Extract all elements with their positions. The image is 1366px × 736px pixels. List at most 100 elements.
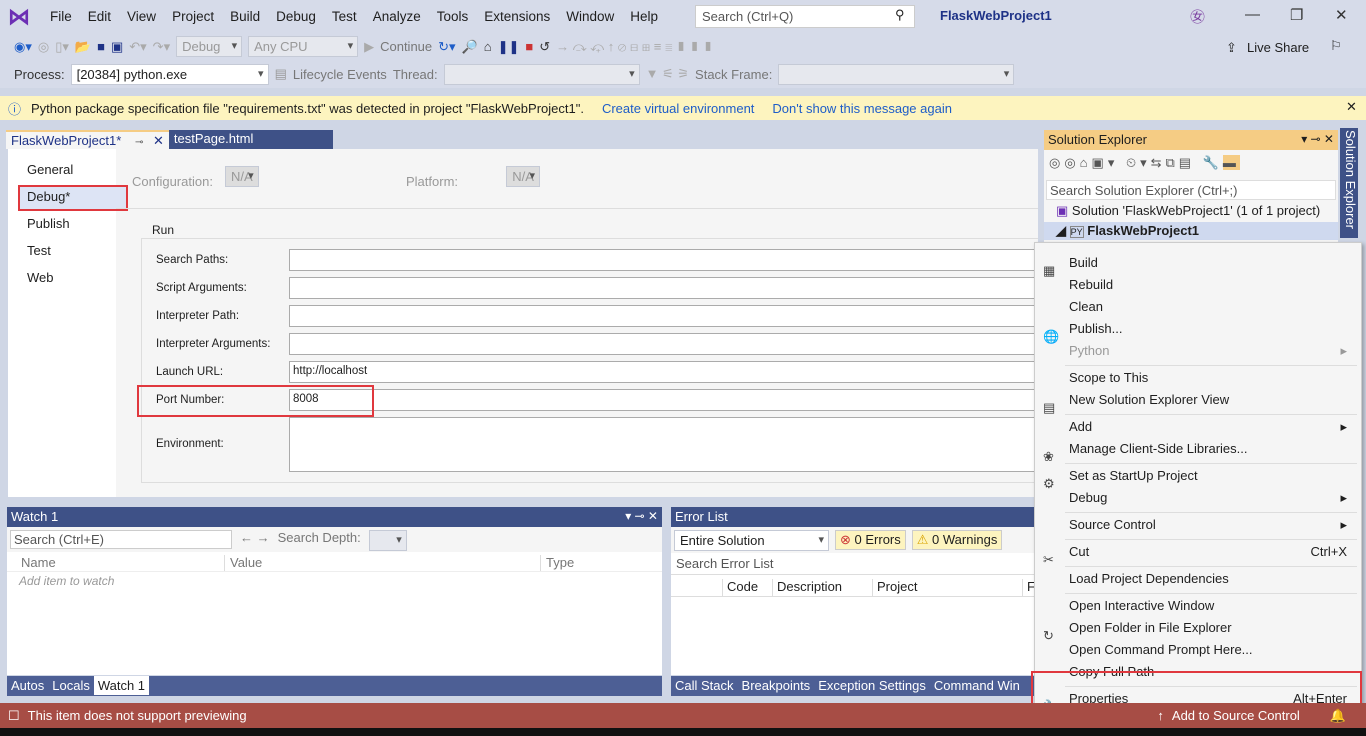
restart-debug-icon[interactable]: ↺ <box>539 39 550 55</box>
menu-item-scope-to-this[interactable]: Scope to This <box>1069 370 1355 385</box>
watch-nav-arrows-icon[interactable]: ← → <box>240 530 270 549</box>
add-watch-item[interactable]: Add item to watch <box>7 572 662 590</box>
interpreter-arguments-input[interactable] <box>289 333 1049 355</box>
create-venv-link[interactable]: Create virtual environment <box>602 101 754 116</box>
tab-watch1[interactable]: Watch 1 <box>93 676 150 695</box>
menu-item-rebuild[interactable]: Rebuild <box>1069 277 1355 292</box>
tab-call-stack[interactable]: Call Stack <box>671 676 738 695</box>
nav-debug[interactable]: Debug* <box>27 189 70 204</box>
menu-item-clean[interactable]: Clean <box>1069 299 1355 314</box>
menu-project[interactable]: Project <box>164 9 222 24</box>
platform-select[interactable]: N/A <box>506 166 540 187</box>
menu-tools[interactable]: Tools <box>429 9 477 24</box>
continue-icon[interactable]: ▶ <box>364 39 374 55</box>
save-icon[interactable]: ■ <box>97 39 105 54</box>
menu-item-build[interactable]: Build <box>1069 255 1355 270</box>
menu-build[interactable]: Build <box>222 9 268 24</box>
home-icon[interactable]: ⌂ <box>484 39 492 54</box>
forward-icon[interactable]: ◎ <box>38 39 49 55</box>
menu-debug[interactable]: Debug <box>268 9 324 24</box>
menu-help[interactable]: Help <box>622 9 666 24</box>
nav-general[interactable]: General <box>27 162 73 177</box>
panel-controls-icon[interactable]: ▾ ⊸ ✕ <box>1301 132 1334 146</box>
menu-item-debug[interactable]: Debug ▸ <box>1069 490 1355 505</box>
menu-item-load-project-dependencies[interactable]: Load Project Dependencies <box>1069 571 1355 586</box>
platform-dropdown[interactable]: Any CPU <box>248 36 359 57</box>
process-dropdown[interactable]: [20384] python.exe <box>70 63 269 85</box>
maximize-button[interactable]: ❐ <box>1290 6 1303 24</box>
configuration-dropdown[interactable]: Debug <box>176 36 243 57</box>
stop-icon[interactable]: ■ <box>525 39 533 54</box>
notification-icon[interactable]: 🔔 <box>1330 708 1346 724</box>
tab-close-icon[interactable]: ✕ <box>153 133 164 148</box>
tab-locals[interactable]: Locals <box>48 676 94 695</box>
col-name[interactable]: Name <box>7 555 225 571</box>
search-depth-dropdown[interactable] <box>368 530 407 551</box>
menu-view[interactable]: View <box>119 9 164 24</box>
save-all-icon[interactable]: ▣ <box>111 39 123 55</box>
watch-search-input[interactable]: Search (Ctrl+E) <box>10 530 232 549</box>
stack-frame-dropdown[interactable] <box>778 63 1015 85</box>
tab-exception-settings[interactable]: Exception Settings <box>814 676 930 695</box>
menu-item-open-interactive-window[interactable]: Open Interactive Window <box>1069 598 1355 613</box>
project-node[interactable]: ◢ PY FlaskWebProject1 <box>1044 222 1338 240</box>
launch-url-input[interactable]: http://localhost <box>289 361 1049 383</box>
solution-search-input[interactable]: Search Solution Explorer (Ctrl+;) <box>1046 180 1336 200</box>
nav-test[interactable]: Test <box>27 243 51 258</box>
col-description[interactable]: Description <box>773 579 873 596</box>
menu-item-publish[interactable]: Publish... <box>1069 321 1355 336</box>
add-to-source-control-button[interactable]: Add to Source Control <box>1172 708 1300 723</box>
minimize-button[interactable]: — <box>1245 6 1260 23</box>
warnings-filter-button[interactable]: ⚠ 0 Warnings <box>911 530 1003 550</box>
search-paths-input[interactable] <box>289 249 1049 271</box>
solution-explorer-side-tab[interactable]: Solution Explorer <box>1340 128 1358 238</box>
info-close-icon[interactable]: ✕ <box>1346 99 1357 115</box>
menu-test[interactable]: Test <box>324 9 365 24</box>
pause-icon[interactable]: ❚❚ <box>498 39 520 55</box>
tab-project-properties[interactable]: FlaskWebProject1* ⊸ ✕ <box>6 130 169 149</box>
tab-autos[interactable]: Autos <box>7 676 48 695</box>
menu-item-open-folder-in-file-explorer[interactable]: Open Folder in File Explorer <box>1069 620 1355 635</box>
interpreter-path-input[interactable] <box>289 305 1049 327</box>
pin-icon[interactable]: ⊸ <box>135 137 143 148</box>
error-search-input[interactable]: Search Error List <box>671 553 1041 575</box>
solution-node[interactable]: ▣ Solution 'FlaskWebProject1' (1 of 1 pr… <box>1044 200 1338 222</box>
menu-analyze[interactable]: Analyze <box>365 9 429 24</box>
undo-icon[interactable]: ↶▾ <box>129 39 146 55</box>
open-icon[interactable]: 📂 <box>75 39 91 55</box>
nav-publish[interactable]: Publish <box>27 216 70 231</box>
nav-web[interactable]: Web <box>27 270 54 285</box>
col-value[interactable]: Value <box>225 555 541 571</box>
configuration-select[interactable]: N/A <box>225 166 259 187</box>
menu-item-source-control[interactable]: Source Control ▸ <box>1069 517 1355 532</box>
continue-button[interactable]: Continue <box>380 39 432 54</box>
tab-breakpoints[interactable]: Breakpoints <box>738 676 815 695</box>
menu-item-add[interactable]: Add ▸ <box>1069 419 1355 434</box>
new-item-icon[interactable]: ▯▾ <box>55 39 69 55</box>
tab-command-window[interactable]: Command Win <box>930 676 1024 695</box>
thread-dropdown[interactable] <box>443 63 640 85</box>
environment-input[interactable] <box>289 417 1049 472</box>
col-project[interactable]: Project <box>873 579 1023 596</box>
step-icons[interactable]: → ⤼ ⤽ ↑ ⊘ ⊟ ⊞ ≡ ≣ ▮ ▮ ▮ <box>556 39 713 55</box>
script-arguments-input[interactable] <box>289 277 1049 299</box>
live-share-icon[interactable]: ⇪ <box>1226 40 1237 56</box>
menu-item-cut[interactable]: Cut Ctrl+X <box>1069 544 1355 559</box>
restart-icon[interactable]: ↻▾ <box>438 39 455 55</box>
col-code[interactable]: Code <box>723 579 773 596</box>
lifecycle-events-dropdown[interactable]: Lifecycle Events <box>293 67 387 82</box>
feedback-icon[interactable]: ⚐ <box>1330 38 1342 54</box>
menu-item-new-solution-explorer-view[interactable]: New Solution Explorer View <box>1069 392 1355 407</box>
error-scope-dropdown[interactable]: Entire Solution <box>674 530 829 551</box>
account-icon[interactable]: ㊛ <box>1190 6 1205 27</box>
redo-icon[interactable]: ↷▾ <box>153 39 170 55</box>
menu-item-open-command-prompt-here[interactable]: Open Command Prompt Here... <box>1069 642 1355 657</box>
search-input[interactable]: Search (Ctrl+Q) <box>695 5 915 28</box>
tab-testpage[interactable]: testPage.html <box>168 130 333 149</box>
menu-file[interactable]: File <box>42 9 80 24</box>
close-button[interactable]: ✕ <box>1335 6 1348 24</box>
menu-window[interactable]: Window <box>558 9 622 24</box>
col-type[interactable]: Type <box>541 555 574 571</box>
find-icon[interactable]: 🔎 <box>462 39 478 55</box>
port-number-input[interactable]: 8008 <box>289 389 1049 411</box>
